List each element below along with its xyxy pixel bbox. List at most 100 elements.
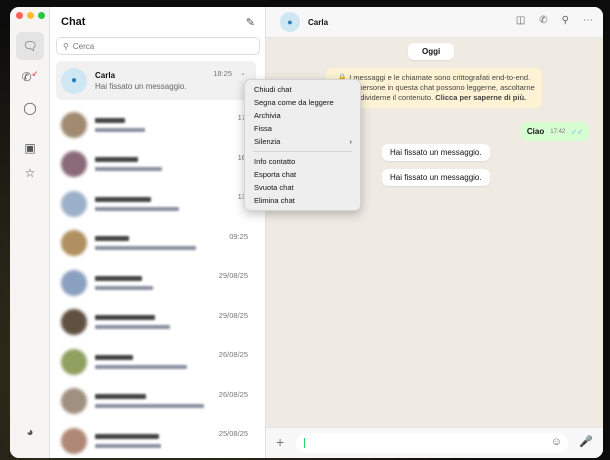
- text-cursor: [304, 438, 305, 448]
- menu-item-archive[interactable]: Archivia: [245, 109, 360, 122]
- menu-item-label: Silenzia: [254, 137, 281, 146]
- chat-time: 29/08/25: [218, 271, 248, 280]
- blurred-name: [95, 117, 125, 123]
- message-time: 17:42: [550, 128, 566, 135]
- minimize-window-button[interactable]: [27, 12, 34, 19]
- system-message: Hai fissato un messaggio.: [382, 169, 490, 186]
- date-label: Oggi: [408, 43, 455, 60]
- menu-item-close-chat[interactable]: Chiudi chat: [245, 83, 360, 96]
- contact-name: Carla: [308, 17, 329, 27]
- close-window-button[interactable]: [16, 12, 23, 19]
- chat-row[interactable]: 25/08/25: [56, 421, 256, 458]
- menu-item-clear-chat[interactable]: Svuota chat: [245, 181, 360, 194]
- outgoing-message: Ciao 17:42 ✓✓: [520, 122, 589, 141]
- menu-divider: [253, 151, 352, 152]
- chat-row[interactable]: 26/08/25: [56, 382, 256, 421]
- chevron-down-icon[interactable]: ⌄: [240, 69, 246, 77]
- settings-icon[interactable]: ◕: [16, 418, 44, 446]
- attach-plus-icon[interactable]: +: [276, 434, 284, 450]
- blurred-name: [95, 157, 138, 162]
- chats-icon[interactable]: 🗨: [16, 32, 44, 60]
- chat-time: 25/08/25: [218, 429, 248, 438]
- search-placeholder: Cerca: [72, 41, 95, 51]
- status-icon[interactable]: ◯: [16, 94, 44, 122]
- blurred-name: [95, 236, 129, 241]
- avatar: [61, 269, 87, 296]
- chat-list-panel: Chat ✎ ⚲ Cerca ● Carla Hai fissato un mess…: [50, 7, 266, 458]
- avatar: [61, 309, 87, 335]
- avatar: [61, 190, 87, 217]
- blurred-preview: [95, 364, 187, 369]
- chat-time: 29/08/25: [218, 310, 248, 320]
- search-icon: ⚲: [63, 41, 69, 51]
- new-chat-icon[interactable]: ✎: [246, 16, 255, 29]
- chat-time: 26/08/25: [218, 350, 248, 359]
- chat-time: 18:25: [213, 69, 232, 78]
- composer: + ☺ 🎤: [266, 427, 603, 458]
- chat-preview: Hai fissato un messaggio.: [95, 81, 187, 91]
- contact-avatar: ●: [280, 12, 300, 32]
- emoji-icon[interactable]: ☺: [551, 436, 562, 448]
- window-controls: [16, 12, 45, 19]
- avatar: [61, 230, 87, 256]
- conversation-panel: ● Carla ◫ ✆ ⚲ ⋯ Oggi 🔒 I messaggi e le c…: [266, 7, 603, 458]
- chat-row[interactable]: 09:25: [56, 224, 256, 263]
- message-text: Ciao: [526, 127, 545, 136]
- chat-row[interactable]: 17:: [56, 105, 256, 144]
- chat-row[interactable]: 13:: [56, 184, 256, 223]
- learn-more-link[interactable]: Clicca per saperne di più.: [435, 93, 526, 102]
- chat-row[interactable]: 26/08/25: [56, 342, 256, 381]
- blurred-name: [95, 275, 142, 281]
- message-input[interactable]: ☺: [296, 433, 568, 453]
- menu-item-mute[interactable]: Silenzia ›: [245, 135, 360, 148]
- avatar: [61, 427, 87, 454]
- read-ticks-icon: ✓✓: [571, 128, 583, 136]
- search-icon[interactable]: ⚲: [562, 15, 569, 26]
- archive-icon[interactable]: ▣: [16, 134, 44, 162]
- blurred-preview: [95, 167, 162, 171]
- menu-item-delete-chat[interactable]: Elimina chat: [245, 194, 360, 207]
- starred-icon[interactable]: ☆: [16, 159, 44, 187]
- menu-item-export-chat[interactable]: Esporta chat: [245, 168, 360, 181]
- blurred-name: [95, 354, 133, 360]
- blurred-name: [95, 394, 146, 399]
- blurred-preview: [95, 246, 196, 250]
- menu-item-pin[interactable]: Fissa: [245, 122, 360, 135]
- avatar: [61, 348, 87, 375]
- blurred-preview: [95, 404, 204, 408]
- video-call-icon[interactable]: ◫: [516, 15, 525, 26]
- calls-icon[interactable]: ✆ ↙: [16, 63, 44, 91]
- menu-item-mark-unread[interactable]: Segna come da leggere: [245, 96, 360, 109]
- chat-row[interactable]: 29/08/25: [56, 263, 256, 302]
- conversation-header[interactable]: ● Carla ◫ ✆ ⚲ ⋯: [266, 7, 603, 38]
- chat-row[interactable]: 29/08/25: [56, 303, 256, 342]
- blurred-name: [95, 196, 151, 202]
- chevron-right-icon: ›: [349, 137, 353, 146]
- menu-item-contact-info[interactable]: Info contatto: [245, 155, 360, 168]
- blurred-preview: [95, 443, 161, 448]
- blurred-preview: [95, 285, 153, 290]
- avatar: [61, 388, 87, 414]
- chat-row-carla[interactable]: ● Carla Hai fissato un messaggio. 18:25 ⌄: [56, 61, 256, 100]
- blurred-preview: [95, 206, 179, 211]
- chat-list-title: Chat: [61, 16, 86, 28]
- blurred-preview: [95, 325, 170, 329]
- search-input[interactable]: ⚲ Cerca: [56, 37, 260, 55]
- microphone-icon[interactable]: 🎤: [579, 435, 593, 448]
- app-window: 🗨 ✆ ↙ ◯ ▣ ☆ ◕ Chat ✎ ⚲ Cerca ● Carla Hai fi…: [10, 7, 603, 458]
- blurred-preview: [95, 127, 145, 132]
- more-options-icon[interactable]: ⋯: [583, 15, 593, 26]
- zoom-window-button[interactable]: [38, 12, 45, 19]
- chat-time: 09:25: [229, 231, 248, 241]
- voice-call-icon[interactable]: ✆: [539, 15, 547, 26]
- system-message: Hai fissato un messaggio.: [382, 144, 490, 161]
- avatar: [61, 151, 87, 177]
- avatar: [61, 111, 87, 138]
- blurred-name: [95, 433, 159, 439]
- chat-row[interactable]: 16:: [56, 145, 256, 184]
- avatar: ●: [61, 67, 87, 94]
- chat-time: 26/08/25: [218, 389, 248, 399]
- blurred-name: [95, 315, 155, 320]
- sidebar: 🗨 ✆ ↙ ◯ ▣ ☆ ◕: [10, 7, 50, 458]
- chat-context-menu: Chiudi chat Segna come da leggere Archiv…: [244, 79, 361, 211]
